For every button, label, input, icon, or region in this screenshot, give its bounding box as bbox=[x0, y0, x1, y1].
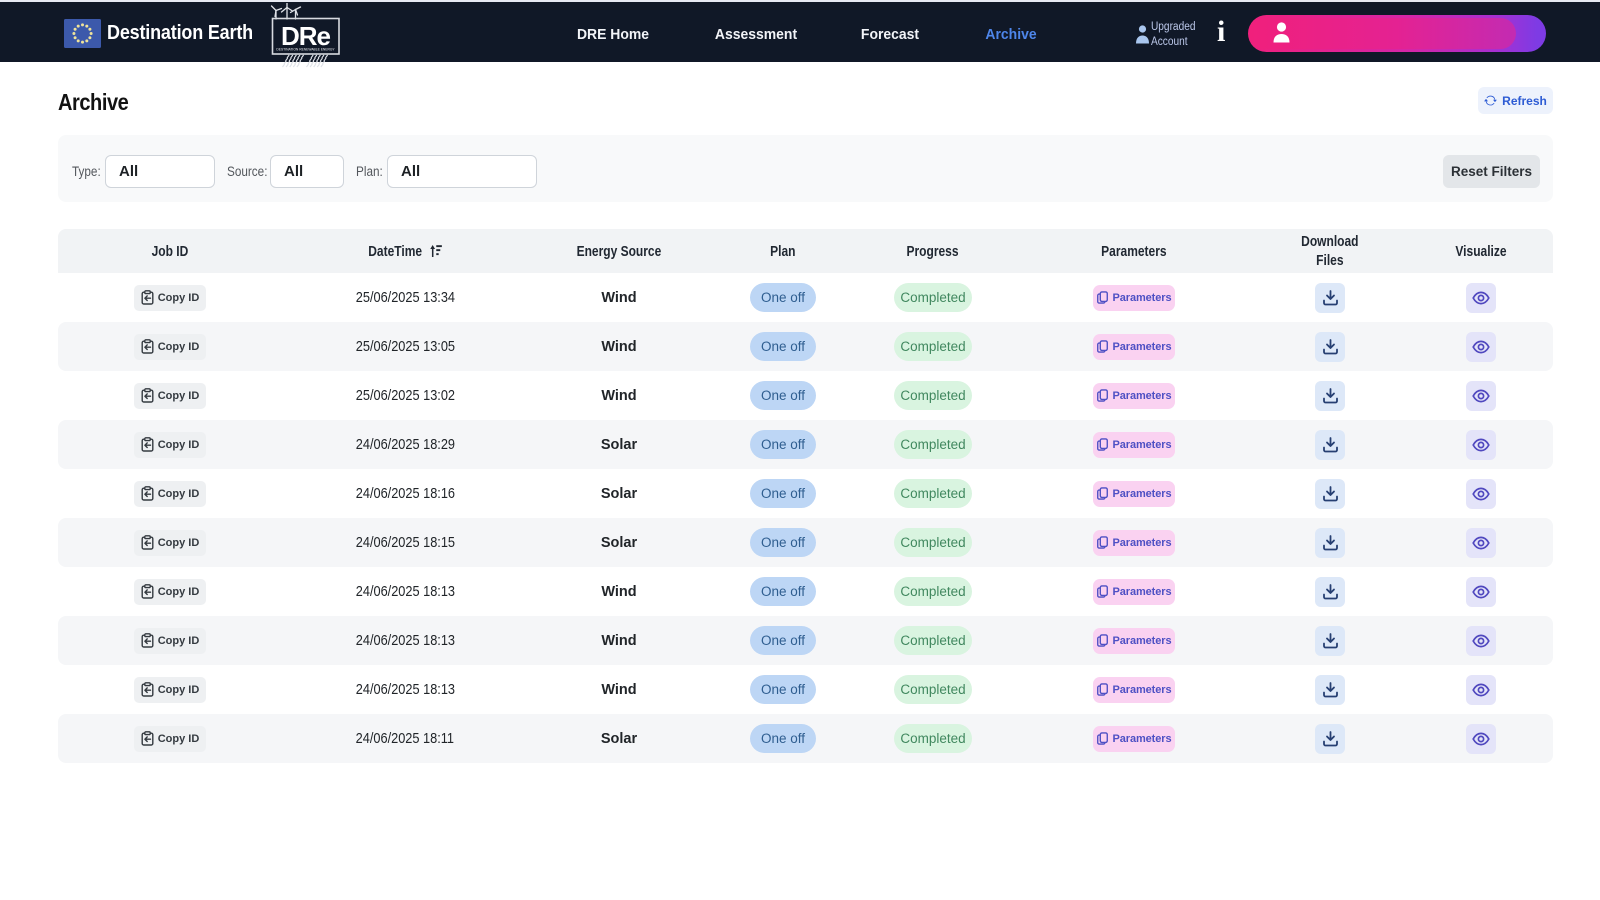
svg-text:DRe: DRe bbox=[281, 21, 331, 51]
svg-text:DESTINATION RENEWABLE ENERGY: DESTINATION RENEWABLE ENERGY bbox=[276, 48, 335, 52]
